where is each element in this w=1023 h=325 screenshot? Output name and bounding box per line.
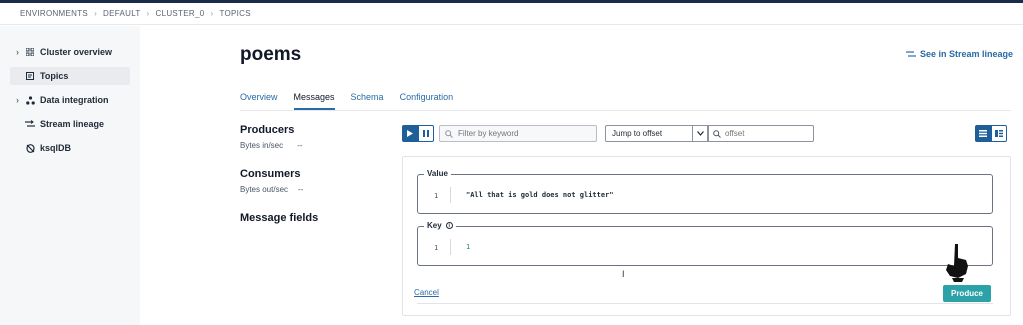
- value-code[interactable]: "All that is gold does not glitter": [466, 191, 614, 199]
- produce-message-panel: Value 1 "All that is gold does not glitt…: [402, 156, 1011, 316]
- breadcrumb-separator: ›: [94, 9, 98, 18]
- jump-to-offset-select[interactable]: Jump to offset: [605, 125, 693, 142]
- tab-overview[interactable]: Overview: [240, 92, 278, 110]
- messages-toolbar: Jump to offset: [400, 124, 1014, 144]
- tab-configuration[interactable]: Configuration: [400, 92, 454, 110]
- page-title: poems: [240, 44, 302, 65]
- producers-title: Producers: [240, 124, 295, 136]
- search-icon: [445, 129, 453, 138]
- topics-icon: [24, 71, 36, 81]
- ksqldb-icon: [24, 143, 36, 153]
- chevron-down-icon[interactable]: [692, 125, 708, 142]
- breadcrumb-environments[interactable]: ENVIRONMENTS: [20, 9, 88, 18]
- key-legend: Key i: [424, 221, 456, 230]
- play-button[interactable]: [402, 125, 418, 142]
- chevron-right-icon[interactable]: ›: [16, 47, 24, 57]
- list-view-icon: [979, 130, 987, 137]
- tab-bar: Overview Messages Schema Configuration: [240, 92, 453, 112]
- filter-input[interactable]: [458, 129, 588, 138]
- lineage-icon: [24, 119, 36, 129]
- breadcrumb-default[interactable]: DEFAULT: [103, 9, 141, 18]
- value-legend: Value: [424, 169, 451, 178]
- key-code[interactable]: 1: [466, 243, 470, 251]
- pause-icon: [423, 130, 429, 137]
- breadcrumb: ENVIRONMENTS › DEFAULT › CLUSTER_0 › TOP…: [0, 3, 1023, 25]
- offset-field[interactable]: [708, 125, 814, 142]
- text-cursor-icon: I: [622, 269, 625, 279]
- consumers-title: Consumers: [240, 168, 301, 180]
- sidebar-item-data-integration[interactable]: › Data integration: [10, 91, 130, 109]
- card-view-button[interactable]: [991, 125, 1007, 142]
- integration-icon: [24, 95, 36, 105]
- pause-button[interactable]: [418, 125, 434, 142]
- message-fields-title: Message fields: [240, 212, 319, 224]
- tab-schema[interactable]: Schema: [351, 92, 384, 110]
- gutter-line: [450, 187, 451, 203]
- sidebar-item-label: Data integration: [40, 95, 109, 105]
- info-icon[interactable]: i: [445, 222, 453, 229]
- cancel-button[interactable]: Cancel: [414, 288, 439, 297]
- jump-to-offset-label: Jump to offset: [612, 129, 663, 138]
- bytes-out-row: Bytes out/sec --: [240, 185, 400, 194]
- value-editor[interactable]: Value 1 "All that is gold does not glitt…: [417, 169, 993, 214]
- main-content: poems See in Stream lineage Overview Mes…: [140, 26, 1023, 325]
- sidebar: › Cluster overview Topics › Data integra…: [0, 26, 140, 325]
- key-editor[interactable]: Key i 1 1: [417, 221, 993, 266]
- list-view-button[interactable]: [975, 125, 991, 142]
- tab-messages[interactable]: Messages: [293, 92, 335, 110]
- grid-icon: [24, 47, 36, 57]
- sidebar-item-ksqldb[interactable]: ksqlDB: [10, 139, 130, 157]
- chevron-right-icon[interactable]: ›: [16, 95, 24, 105]
- line-number: 1: [434, 192, 439, 200]
- tab-divider: [240, 110, 1011, 111]
- breadcrumb-topics[interactable]: TOPICS: [219, 9, 250, 18]
- filter-field[interactable]: [439, 125, 597, 142]
- stream-lineage-label: See in Stream lineage: [919, 49, 1013, 59]
- breadcrumb-cluster[interactable]: CLUSTER_0: [156, 9, 205, 18]
- play-icon: [407, 130, 413, 137]
- bytes-out-label: Bytes out/sec: [240, 185, 289, 194]
- sidebar-item-label: Topics: [40, 71, 69, 81]
- bytes-in-row: Bytes in/sec --: [240, 141, 400, 150]
- hand-pointer-icon: [946, 244, 968, 282]
- stream-lineage-link[interactable]: See in Stream lineage: [905, 49, 1013, 59]
- gutter-line: [450, 239, 451, 255]
- bytes-in-label: Bytes in/sec: [240, 141, 284, 150]
- sidebar-item-label: Stream lineage: [40, 119, 105, 129]
- panel-divider: [417, 303, 993, 304]
- breadcrumb-separator: ›: [146, 9, 150, 18]
- sidebar-item-stream-lineage[interactable]: Stream lineage: [10, 115, 130, 133]
- produce-button[interactable]: Produce: [943, 285, 991, 302]
- line-number: 1: [434, 244, 439, 252]
- offset-input[interactable]: [725, 129, 805, 138]
- stats-panel: Producers Bytes in/sec -- Consumers Byte…: [240, 124, 400, 224]
- sidebar-item-cluster-overview[interactable]: › Cluster overview: [10, 43, 130, 61]
- card-view-icon: [995, 130, 1003, 137]
- sidebar-item-label: ksqlDB: [40, 143, 72, 153]
- lineage-icon: [905, 51, 916, 57]
- search-icon: [713, 129, 721, 138]
- sidebar-item-topics[interactable]: Topics: [10, 67, 130, 85]
- breadcrumb-separator: ›: [210, 9, 214, 18]
- bytes-in-value: --: [297, 141, 303, 150]
- sidebar-item-label: Cluster overview: [40, 47, 113, 57]
- produce-label: Produce: [950, 289, 983, 298]
- bytes-out-value: --: [298, 185, 304, 194]
